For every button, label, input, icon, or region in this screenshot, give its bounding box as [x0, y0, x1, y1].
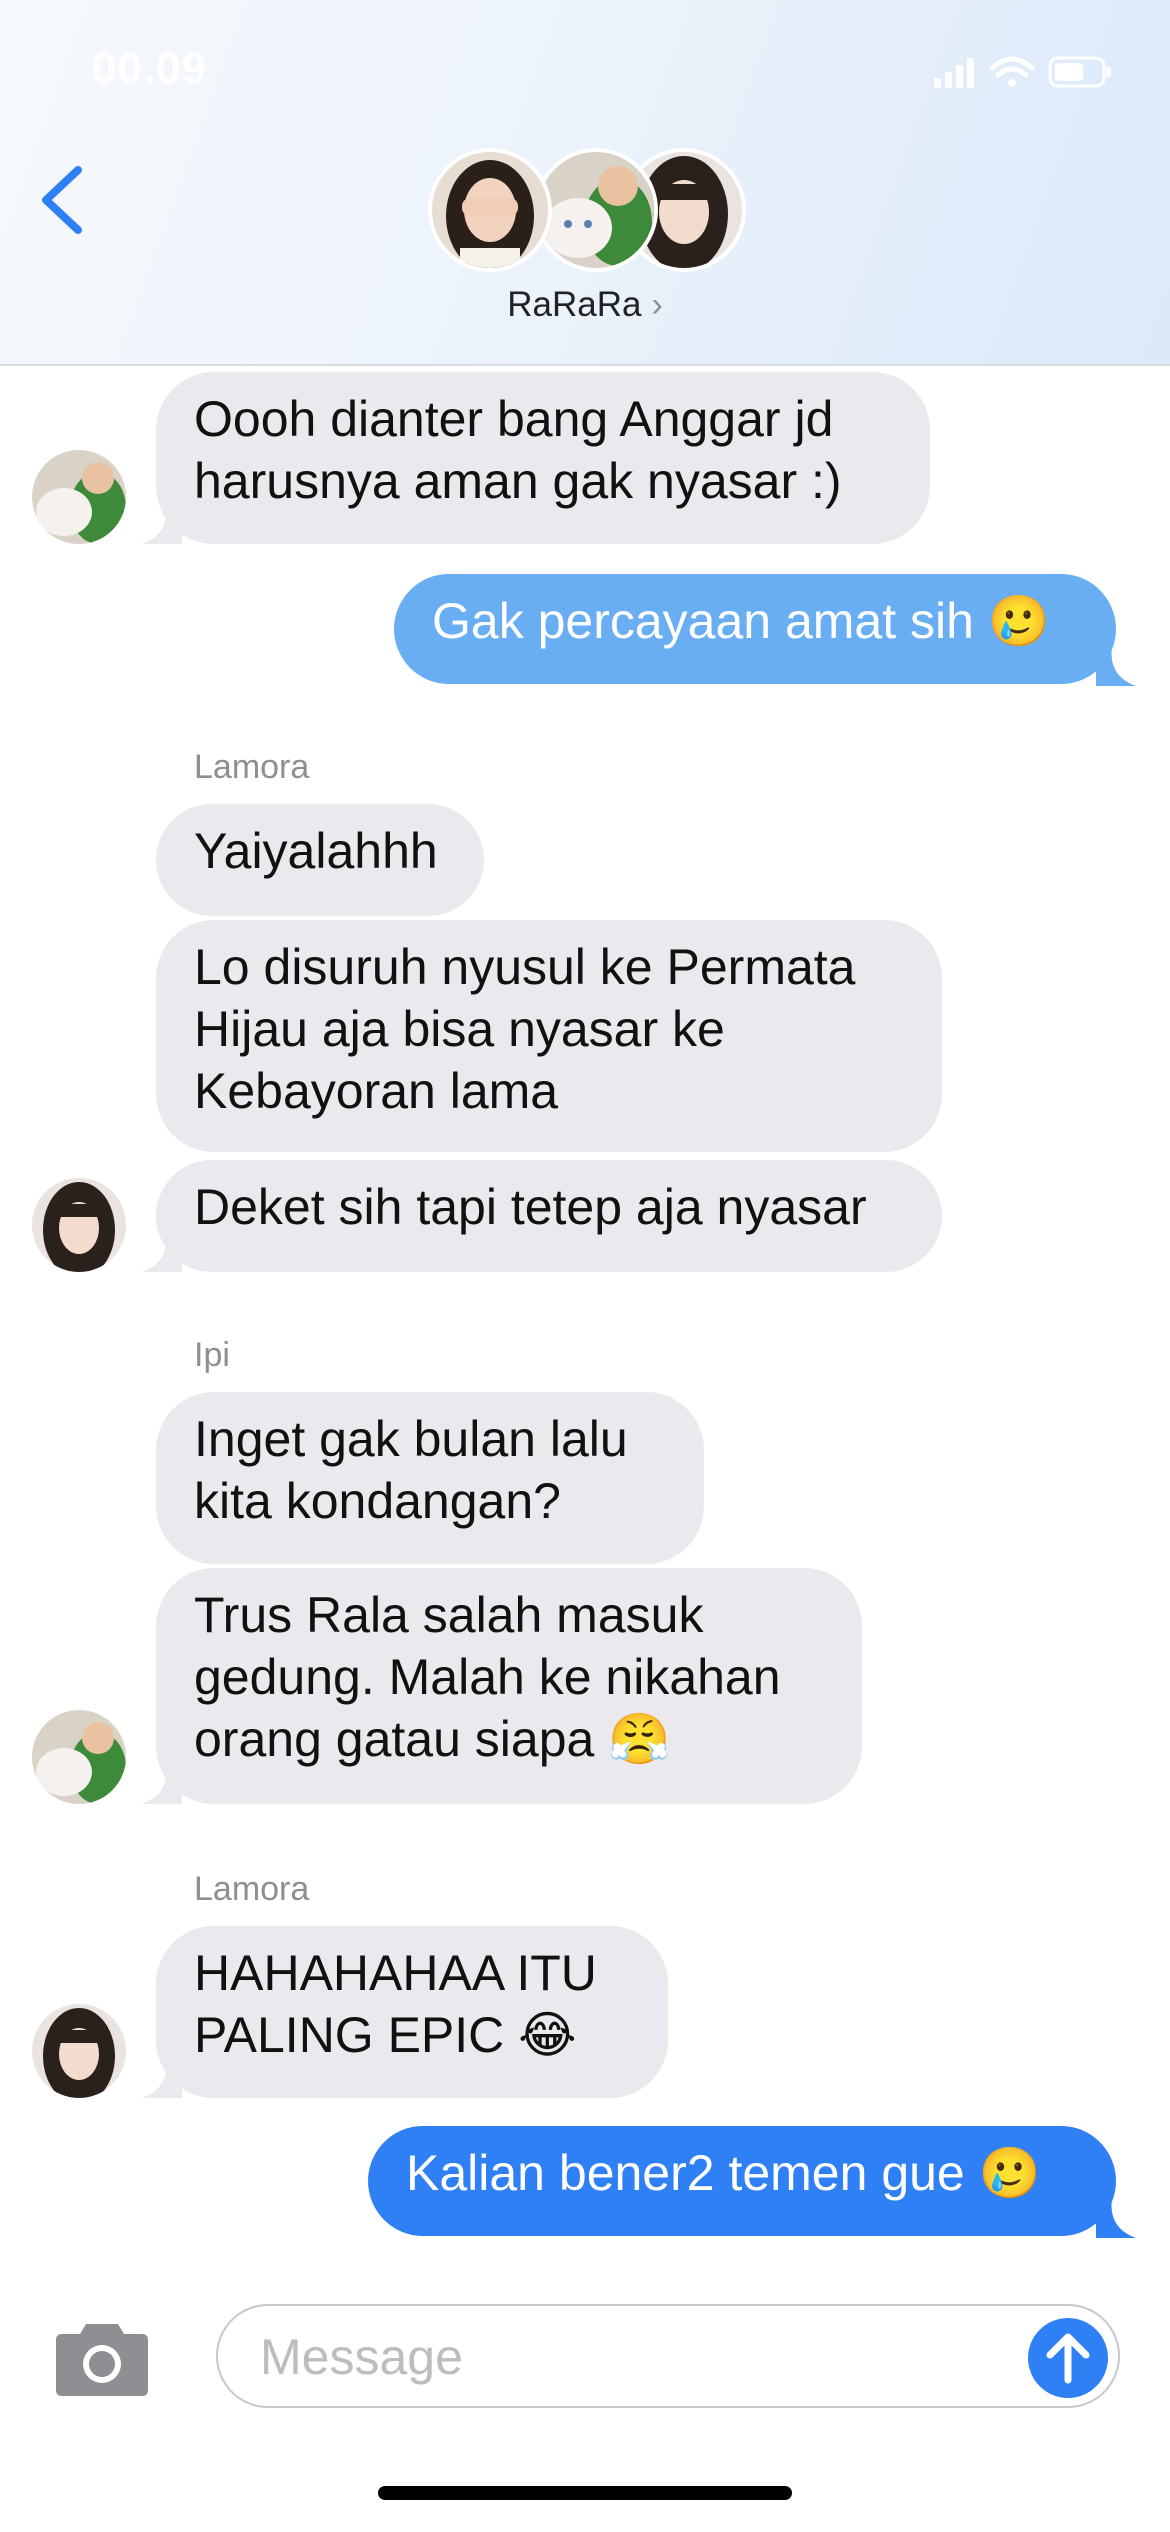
chevron-right-icon: › [651, 286, 663, 324]
sender-name: Lamora [194, 1870, 310, 1908]
message-incoming[interactable]: Lo disuruh nyusul ke Permata Hijau aja b… [156, 920, 942, 1152]
avatar-member-1 [428, 148, 552, 272]
sender-name: Lamora [194, 748, 310, 786]
status-time: 00.09 [92, 44, 208, 93]
wifi-icon [989, 56, 1035, 87]
message-incoming[interactable]: Inget gak bulan lalu kita kondangan? [156, 1392, 704, 1564]
sender-name: Ipi [194, 1336, 230, 1374]
camera-icon [56, 2324, 148, 2396]
home-indicator[interactable] [378, 2486, 792, 2500]
arrow-up-icon [1046, 2333, 1090, 2384]
message-incoming[interactable]: Deket sih tapi tetep aja nyasar [156, 1160, 942, 1272]
send-button[interactable] [1028, 2318, 1108, 2398]
message-field [216, 2304, 1120, 2408]
avatar-sender[interactable] [32, 1710, 126, 1804]
group-name: RaRaRa [507, 285, 642, 324]
status-icons [934, 56, 1111, 88]
conversation-header: 00.09 RaRaRa › [0, 0, 1170, 366]
group-avatars[interactable] [428, 148, 748, 278]
signal-icon [934, 58, 974, 88]
message-incoming[interactable]: Yaiyalahhh [156, 804, 484, 916]
avatar-sender[interactable] [32, 450, 126, 544]
avatar-sender[interactable] [32, 1178, 126, 1272]
message-outgoing[interactable]: Kalian bener2 temen gue 🥲 [368, 2126, 1116, 2236]
avatar-sender[interactable] [32, 2004, 126, 2098]
battery-icon [1048, 56, 1111, 88]
message-input[interactable] [258, 2322, 1022, 2392]
chevron-left-icon [42, 166, 82, 234]
camera-button[interactable] [52, 2318, 152, 2398]
group-name-button[interactable]: RaRaRa › [0, 285, 1170, 325]
message-incoming[interactable]: Trus Rala salah masuk gedung. Malah ke n… [156, 1568, 862, 1804]
message-incoming[interactable]: HAHAHAHAA ITU PALING EPIC 😂 [156, 1926, 668, 2098]
message-incoming[interactable]: Oooh dianter bang Anggar jd harusnya ama… [156, 372, 930, 544]
back-button[interactable] [32, 160, 92, 240]
message-outgoing[interactable]: Gak percayaan amat sih 🥲 [394, 574, 1116, 684]
avatar-member-2 [534, 148, 658, 272]
